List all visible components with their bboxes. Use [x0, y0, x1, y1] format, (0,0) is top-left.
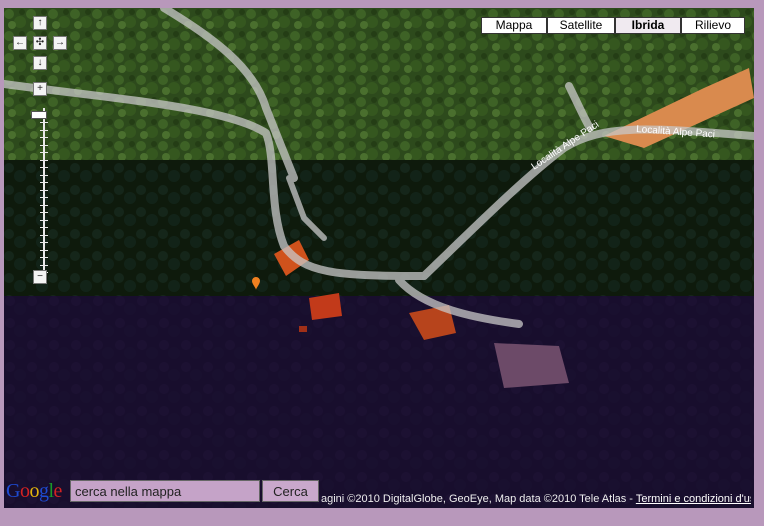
zoom-in-button[interactable]: + — [33, 82, 47, 96]
zoom-slider-tick — [40, 137, 48, 138]
zoom-slider-tick — [40, 129, 48, 131]
google-logo-letter: e — [53, 480, 63, 502]
zoom-slider-tick — [40, 144, 48, 146]
map-canvas[interactable]: Località Alpe Paci Località Alpe Paci ↑ … — [4, 8, 754, 508]
maptype-mappa-button[interactable]: Mappa — [481, 17, 547, 34]
zoom-slider-tick — [40, 242, 48, 243]
zoom-slider-tick — [40, 249, 48, 251]
zoom-slider-tick — [40, 264, 48, 266]
maptype-satellite-button[interactable]: Satellite — [547, 17, 615, 34]
zoom-slider-tick — [40, 219, 48, 221]
zoom-slider-tick — [40, 212, 48, 213]
zoom-slider-tick — [40, 152, 48, 153]
map-search-input[interactable] — [70, 480, 260, 502]
zoom-slider-handle[interactable] — [31, 111, 47, 119]
zoom-slider-tick — [40, 167, 48, 168]
zoom-slider-tick — [40, 257, 48, 258]
maptype-ibrida-button[interactable]: Ibrida — [615, 17, 681, 34]
maptype-ibrida-label: Ibrida — [631, 18, 665, 32]
pan-up-button[interactable]: ↑ — [33, 16, 47, 30]
zoom-slider[interactable] — [37, 108, 51, 276]
zoom-slider-tick — [40, 182, 48, 183]
zoom-slider-tick — [40, 189, 48, 191]
pan-right-button[interactable]: → — [53, 36, 67, 50]
attribution-text: agini ©2010 DigitalGlobe, GeoEye, Map da… — [321, 493, 636, 505]
google-logo-letter: o — [29, 480, 39, 502]
zoom-slider-tick — [40, 234, 48, 236]
pan-left-button[interactable]: ← — [13, 36, 27, 50]
pan-center-button[interactable]: ✣ — [33, 36, 47, 50]
google-logo[interactable]: Google — [6, 480, 62, 503]
google-logo-letter: G — [6, 480, 20, 502]
zoom-slider-tick — [40, 204, 48, 206]
zoom-out-button[interactable]: − — [33, 270, 47, 284]
maptype-rilievo-button[interactable]: Rilievo — [681, 17, 745, 34]
zoom-slider-tick — [40, 197, 48, 198]
terms-link[interactable]: Termini e condizioni d'uso — [636, 493, 751, 505]
attribution: agini ©2010 DigitalGlobe, GeoEye, Map da… — [321, 493, 751, 505]
pan-down-button[interactable]: ↓ — [33, 56, 47, 70]
map-search-button[interactable]: Cerca — [262, 480, 319, 502]
zoom-slider-tick — [40, 122, 48, 123]
zoom-slider-rail — [43, 108, 45, 276]
zoom-slider-tick — [40, 159, 48, 161]
satellite-imagery: Località Alpe Paci Località Alpe Paci — [4, 8, 754, 508]
zoom-slider-tick — [40, 227, 48, 228]
zoom-slider-tick — [40, 174, 48, 176]
